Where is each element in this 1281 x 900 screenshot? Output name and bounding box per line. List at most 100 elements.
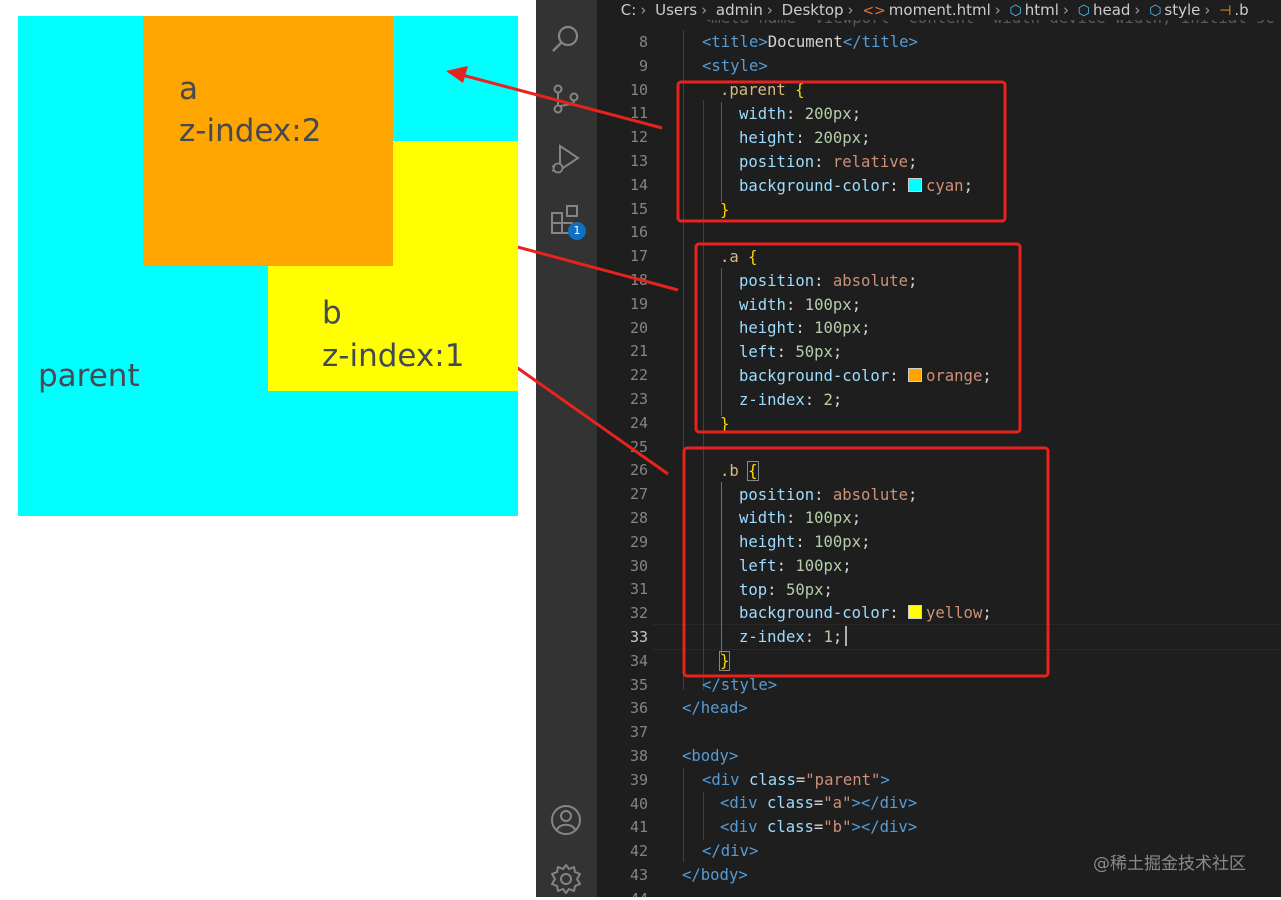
line-number: 30 [629,556,648,575]
code-line-31: top: 50px; [739,581,833,599]
code-line-34: } [718,651,731,671]
source-control-icon[interactable] [549,82,583,116]
code-line-24: } [720,415,730,433]
code-editor[interactable]: C: › Users › admin › Desktop › <> moment.html… [597,0,1281,897]
html-file-icon: <> [862,3,886,19]
chevron-right-icon: › [701,1,708,19]
color-swatch-yellow[interactable] [908,605,922,619]
line-number: 35 [629,675,648,694]
code-line-12: height: 200px; [739,129,871,147]
code-line-18: position: absolute; [739,272,918,290]
line-number: 10 [629,80,648,99]
line-number: 12 [629,128,648,147]
code-line-32: background-color: yellow; [739,604,992,622]
line-number: 33 [629,628,648,646]
chevron-right-icon: › [847,1,854,19]
search-icon[interactable] [549,22,583,56]
line-number: 25 [629,437,648,456]
line-number: 23 [629,390,648,408]
code-line-29: height: 100px; [739,533,871,551]
code-line-10: .parent { [720,81,805,99]
line-number: 29 [629,532,648,551]
line-number: 32 [629,604,648,623]
chevron-right-icon: › [1204,1,1211,19]
breadcrumb-item-desktop[interactable]: Desktop [782,0,844,20]
line-number: 18 [629,271,648,289]
code-line-20: height: 100px; [739,319,871,337]
code-line-8: <title>Document</title> [702,33,918,51]
box-b-label-name: b [322,295,342,331]
breadcrumb-item-users[interactable]: Users [655,0,697,20]
line-number: 24 [629,413,648,432]
line-number: 19 [629,294,648,313]
line-number: 28 [629,509,648,527]
line-number: 17 [629,247,648,266]
breadcrumb-item-html[interactable]: html [1025,0,1059,20]
code-line-27: position: absolute; [739,486,918,504]
css-selector-icon: ⊣ [1219,3,1232,19]
code-line-11: width: 200px; [739,105,862,123]
breadcrumb: C: › Users › admin › Desktop › <> moment.html… [597,0,1281,20]
chevron-right-icon: › [1062,1,1069,19]
code-line-22: background-color: orange; [739,367,992,385]
text-cursor [845,626,847,646]
breadcrumb-item-admin[interactable]: admin [716,0,763,20]
indent-guide [703,792,704,840]
extensions-update-badge: 1 [568,222,586,240]
cube-symbol-icon: ⬡ [1009,3,1022,19]
code-line-43: </body> [682,866,748,884]
code-line-26: .b { [720,461,759,481]
line-number: 37 [629,723,648,742]
indent-guide [721,268,722,416]
watermark: @稀土掘金技术社区 [1093,854,1246,874]
code-line-9: <style> [702,57,768,75]
line-number: 16 [629,223,648,242]
breadcrumb-item-file[interactable]: moment.html [889,0,991,20]
parent-label: parent [38,358,140,394]
run-debug-icon[interactable] [549,142,583,176]
color-swatch-orange[interactable] [908,368,922,382]
line-number: 31 [629,580,648,599]
settings-gear-icon[interactable] [549,862,583,896]
line-number: 36 [629,699,648,718]
breadcrumb-item-selector[interactable]: .b [1234,0,1248,20]
cube-symbol-icon: ⬡ [1077,3,1090,19]
account-icon[interactable] [549,803,583,837]
code-line-28: width: 100px; [739,509,862,527]
box-a-label-name: a [179,71,198,107]
code-line-39: <div class="parent"> [702,771,890,789]
indent-guide [683,768,684,862]
line-number: 14 [629,175,648,194]
breadcrumb-item-drive[interactable]: C: [621,0,637,20]
breadcrumb-item-style[interactable]: style [1164,0,1200,20]
code-line-14: background-color: cyan; [739,177,973,195]
line-number: 21 [629,342,648,361]
indent-guide [703,100,704,690]
line-number: 43 [629,866,648,884]
line-number: 41 [629,818,648,837]
cube-symbol-icon: ⬡ [1149,3,1162,19]
line-number: 44 [597,887,648,897]
line-number: 8 [638,33,648,51]
code-line-30: left: 100px; [739,557,852,575]
color-swatch-cyan[interactable] [908,178,922,192]
line-number: 27 [629,485,648,504]
line-number: 11 [629,104,648,123]
code-line-15: } [720,201,730,219]
code-line-40: <div class="a"></div> [720,794,918,812]
breadcrumb-item-head[interactable]: head [1093,0,1130,20]
activity-bar [536,0,597,897]
code-line-38: <body> [682,747,739,765]
parent-box [18,16,518,516]
line-number: 38 [629,747,648,765]
code-line-21: left: 50px; [739,343,843,361]
code-line-42: </div> [702,842,759,860]
line-number: 42 [629,842,648,861]
line-number: 40 [629,794,648,813]
code-line-41: <div class="b"></div> [720,818,918,836]
line-number: 15 [629,199,648,218]
code-line-33: z-index: 1; [739,628,843,646]
code-line-23: z-index: 2; [739,391,843,409]
code-line-13: position: relative; [739,153,918,171]
line-number: 22 [629,366,648,385]
